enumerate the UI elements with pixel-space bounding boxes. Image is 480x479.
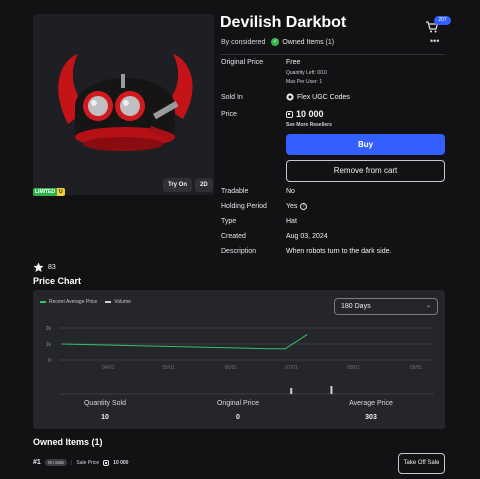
star-icon [33,262,44,272]
y-tick-label: 2k [46,326,52,332]
sold-in-value[interactable]: Flex UGC Codes [286,93,350,101]
x-tick-label: 05/01 [162,365,175,371]
y-tick-label: 0 [48,358,51,364]
limited-u-label: U [57,188,65,196]
favorites[interactable]: 83 [33,262,56,273]
range-select[interactable]: 180 Days ⌄ [334,298,438,315]
chevron-down-icon: ⌄ [425,303,431,309]
owned-status: ✓ Owned Items (1) [271,38,334,46]
take-off-sale-button[interactable]: Take Off Sale [398,453,445,474]
description-label: Description [221,248,257,255]
price-label: Price [221,111,237,118]
holding-period-text: Yes [286,203,298,210]
legend-swatch-price [40,301,46,303]
x-tick-label: 07/01 [285,365,298,371]
price-value: 10 000 [286,109,324,119]
original-price-value: Free [286,59,301,66]
y-tick-label: 1k [46,342,52,348]
x-tick-label: 04/01 [102,365,115,371]
legend-item-price: Recent Average Price [40,299,97,305]
info-icon[interactable]: i [300,203,308,210]
remove-from-cart-button[interactable]: Remove from cart [286,160,445,182]
limited-badge: LIMITED U [33,188,65,196]
row-separator: | [71,459,73,466]
price-chart-title: Price Chart [33,276,82,286]
check-icon: ✓ [271,38,280,46]
max-per-user: Max Per User: 1 [286,79,323,85]
creator-link[interactable]: By considered [221,39,265,46]
owned-item-row: #1 On Sale | Sale Price 10 000 [33,459,128,466]
robux-icon [286,110,293,118]
sold-in-label: Sold In [221,94,243,101]
stat-value-original-price: 0 [236,414,240,421]
quantity-left: Quantity Left: 0/10 [286,70,327,76]
creator-row: By considered ✓ Owned Items (1) [221,38,334,46]
x-tick-label: 09/01 [410,365,423,371]
series-line-price [61,333,308,350]
description-value: When robots turn to the dark side. [286,248,392,255]
stat-label-average-price: Average Price [349,400,393,407]
type-value: Hat [286,218,297,225]
legend-swatch-volume [105,301,112,303]
title-divider [220,54,445,55]
stat-label-quantity-sold: Quantity Sold [83,400,127,407]
item-thumbnail [58,54,193,151]
legend-label-volume: Volume [114,299,131,305]
holding-period-label: Holding Period [221,203,267,210]
stat-value-quantity-sold: 10 [101,414,109,421]
robux-icon-small [103,459,110,466]
x-tick-label: 08/01 [347,365,360,371]
see-more-resellers-link[interactable]: See More Resellers [286,122,332,128]
stat-label-original-price: Original Price [216,400,259,407]
type-label: Type [221,218,237,225]
view-2d-button[interactable]: 2D [195,178,213,192]
cart-count-badge: 207 [434,16,451,25]
owned-item-index: #1 [33,459,41,466]
chart-legend: Recent Average Price Volume [40,299,131,305]
original-price-label: Original Price [221,59,264,66]
volume-bar [290,388,293,394]
sale-price-value: 10 000 [113,459,129,466]
volume-bar [330,386,333,394]
owned-items-title: Owned Items (1) [33,437,103,447]
x-tick-label: 06/01 [225,365,238,371]
legend-label-price: Recent Average Price [49,299,98,305]
sold-in-text: Flex UGC Codes [297,93,350,101]
owned-status-label: Owned Items (1) [282,38,335,46]
favorites-count: 83 [48,264,56,271]
legend-item-volume: Volume [105,299,131,305]
created-label: Created [221,233,246,240]
range-select-value: 180 Days [341,303,371,310]
flex-logo-icon [286,93,294,101]
item-title: Devilish Darkbot [220,14,347,31]
holding-period-value: Yes i [286,203,308,210]
sale-price-label: Sale Price [76,459,100,466]
more-options-icon[interactable]: ••• [430,36,439,46]
created-value: Aug 03, 2024 [286,233,328,240]
stat-value-average-price: 303 [365,414,377,421]
on-sale-badge: On Sale [44,459,68,466]
buy-button[interactable]: Buy [286,134,445,155]
price-text: 10 000 [296,109,324,119]
tradable-value: No [286,188,295,195]
tradable-label: Tradable [221,188,249,195]
try-on-button[interactable]: Try On [163,178,193,192]
item-preview: Try On 2D [33,14,214,195]
limited-label: LIMITED [33,188,57,196]
price-chart-svg: 2k 1k 0 04/01 05/01 06/01 07/01 08/01 09/01 [46,326,434,395]
